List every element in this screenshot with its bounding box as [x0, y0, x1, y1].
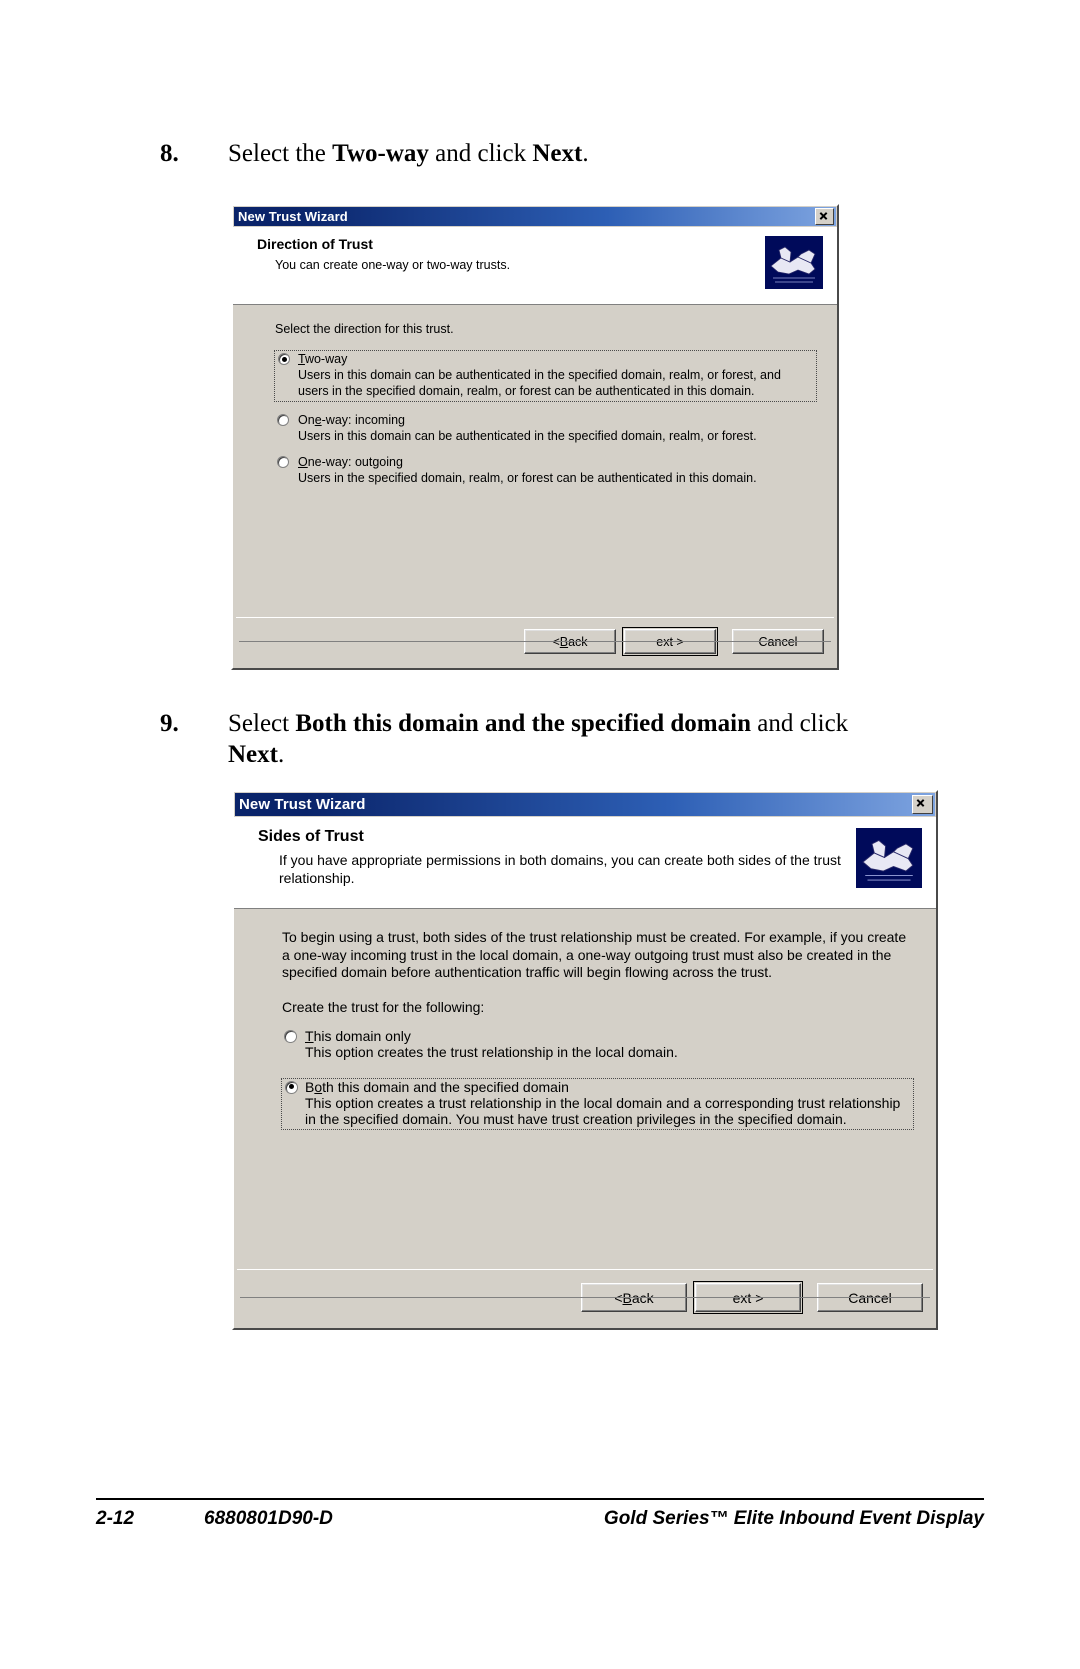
- step-8: 8. Select the Two-way and click Next.: [160, 138, 940, 169]
- dialog1-header-subtitle: You can create one-way or two-way trusts…: [275, 258, 511, 272]
- step-8-text: Select the Two-way and click Next.: [228, 140, 589, 167]
- dialog2-header: Sides of Trust If you have appropriate p…: [234, 817, 936, 909]
- footer-document-number: 6880801D90-D: [204, 1508, 333, 1529]
- radio-option-this-domain-only[interactable]: This domain only This option creates the…: [282, 1027, 914, 1060]
- radio-option-one-way-incoming[interactable]: One-way: incoming Users in this domain c…: [275, 413, 817, 444]
- step-9-number: 9.: [160, 710, 179, 737]
- radio-indicator-two-way[interactable]: [278, 353, 290, 365]
- dialog1-header: Direction of Trust You can create one-wa…: [233, 227, 837, 305]
- radio-indicator-both-domains[interactable]: [285, 1080, 298, 1094]
- radio-description-two-way: Users in this domain can be authenticate…: [298, 368, 781, 398]
- dialog2-footer: < Back ext > Cancel: [237, 1269, 933, 1325]
- close-icon[interactable]: [912, 795, 933, 814]
- radio-indicator-one-way-outgoing[interactable]: [277, 456, 289, 468]
- dialog1-title: New Trust Wizard: [238, 209, 348, 224]
- radio-label-two-way: Two-way: [298, 352, 348, 366]
- footer-divider: [240, 1297, 930, 1298]
- radio-label-this-domain-only: This domain only: [305, 1027, 411, 1044]
- footer-title: Gold Series™ Elite Inbound Event Display: [603, 1508, 984, 1529]
- trust-handshake-icon: [856, 828, 922, 888]
- dialog1-header-title: Direction of Trust: [257, 236, 373, 252]
- radio-indicator-this-domain-only[interactable]: [284, 1029, 297, 1043]
- dialog1-intro-text: Select the direction for this trust.: [275, 322, 454, 336]
- radio-option-two-way[interactable]: Two-way Users in this domain can be auth…: [274, 350, 817, 402]
- radio-description-this-domain-only: This option creates the trust relationsh…: [305, 1043, 678, 1060]
- close-icon[interactable]: [815, 208, 834, 225]
- page-footer: 2-12 6880801D90-D Gold Series™ Elite Inb…: [96, 1508, 984, 1530]
- dialog2-header-title: Sides of Trust: [258, 828, 364, 845]
- step-9: 9. Select Both this domain and the speci…: [160, 708, 880, 770]
- new-trust-wizard-sides-dialog: New Trust Wizard Sides of Trust If you h…: [232, 790, 938, 1330]
- dialog1-body: Select the direction for this trust. Two…: [233, 305, 837, 486]
- dialog2-titlebar: New Trust Wizard: [235, 793, 935, 816]
- radio-option-one-way-outgoing[interactable]: One-way: outgoing Users in the specified…: [275, 455, 817, 486]
- new-trust-wizard-direction-dialog: New Trust Wizard Direction of Trust You …: [231, 204, 839, 670]
- radio-label-one-way-outgoing: One-way: outgoing: [298, 455, 403, 469]
- dialog2-body: To begin using a trust, both sides of th…: [234, 909, 936, 1130]
- footer-rule: [96, 1498, 984, 1500]
- radio-description-one-way-incoming: Users in this domain can be authenticate…: [298, 429, 757, 443]
- radio-label-both-domains: Both this domain and the specified domai…: [305, 1078, 569, 1095]
- dialog1-footer: < Back ext > Cancel: [236, 617, 834, 665]
- radio-description-both-domains: This option creates a trust relationship…: [305, 1094, 901, 1127]
- trust-handshake-icon: [765, 236, 823, 289]
- dialog2-intro-text: Create the trust for the following:: [282, 998, 485, 1015]
- radio-label-one-way-incoming: One-way: incoming: [298, 413, 406, 427]
- dialog2-header-subtitle: If you have appropriate permissions in b…: [279, 852, 841, 886]
- dialog2-title: New Trust Wizard: [239, 796, 366, 813]
- radio-indicator-one-way-incoming[interactable]: [277, 414, 289, 426]
- footer-page-number: 2-12: [96, 1508, 135, 1529]
- radio-description-one-way-outgoing: Users in the specified domain, realm, or…: [298, 471, 757, 485]
- radio-option-both-domains[interactable]: Both this domain and the specified domai…: [281, 1077, 914, 1130]
- step-8-number: 8.: [160, 140, 179, 167]
- step-9-text: Select Both this domain and the specifie…: [228, 710, 849, 768]
- dialog2-body-paragraph: To begin using a trust, both sides of th…: [282, 929, 907, 980]
- dialog1-titlebar: New Trust Wizard: [234, 207, 836, 226]
- footer-divider: [239, 641, 831, 642]
